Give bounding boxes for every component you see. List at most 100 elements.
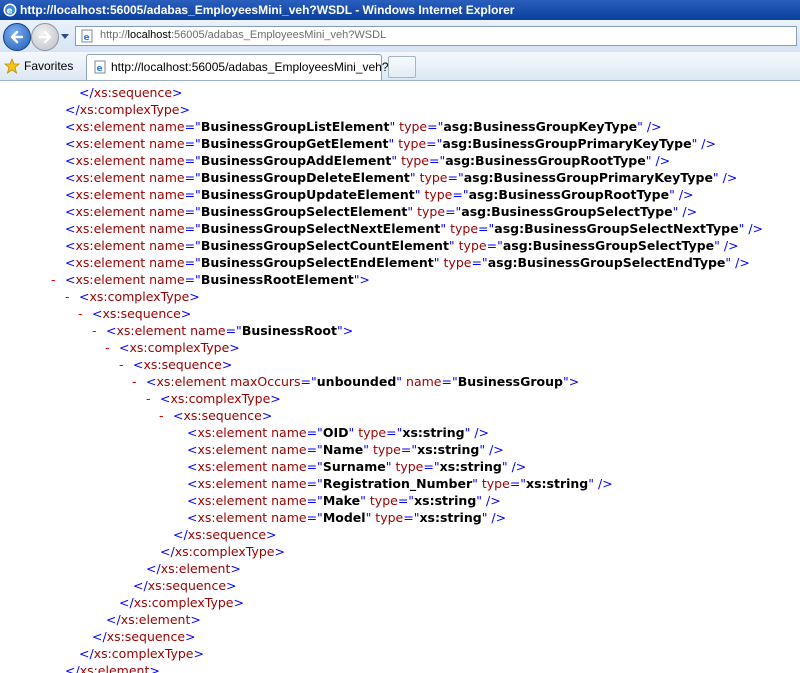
- collapse-toggle[interactable]: -: [146, 390, 151, 407]
- xml-line-text: </xs:sequence>: [133, 577, 237, 594]
- xml-token: =": [306, 425, 323, 440]
- xml-token: xs:element: [75, 255, 150, 270]
- svg-text:e: e: [7, 7, 13, 17]
- xml-token: =": [478, 221, 495, 236]
- xml-token: xs:sequence: [143, 357, 222, 372]
- xml-token: name: [149, 221, 185, 236]
- xml-token: <: [119, 340, 130, 355]
- xml-token: xs:string: [526, 476, 589, 491]
- xml-token: ": [407, 204, 418, 219]
- xml-token: <: [187, 476, 198, 491]
- tab-title: http://localhost:56005/adabas_EmployeesM…: [111, 60, 399, 74]
- xml-token: <: [65, 170, 76, 185]
- xml-token: ": [348, 425, 359, 440]
- xml-token: =": [445, 204, 462, 219]
- xml-token: =": [306, 510, 323, 525]
- xml-token: type: [450, 221, 479, 236]
- address-bar[interactable]: e http://localhost:56005/adabas_Employee…: [75, 26, 797, 46]
- xml-token: BusinessGroupSelectElement: [200, 204, 408, 219]
- xml-token: name: [271, 510, 307, 525]
- forward-button[interactable]: [31, 23, 59, 51]
- xml-token: =": [471, 255, 488, 270]
- xml-token: =": [184, 136, 201, 151]
- xml-token: >: [226, 578, 237, 593]
- xml-token: >: [261, 408, 273, 423]
- xml-token: <: [187, 459, 198, 474]
- xml-line-text: <xs:complexType>: [119, 339, 240, 356]
- xml-token: BusinessGroupSelectCountElement: [200, 238, 449, 253]
- xml-token: <: [65, 136, 76, 151]
- xml-line-text: <xs:element name="Name" type="xs:string"…: [187, 441, 504, 458]
- xml-token: <: [65, 187, 76, 202]
- xml-token: =": [225, 323, 242, 338]
- xml-token: " />: [481, 510, 507, 525]
- xml-token: <: [133, 357, 144, 372]
- xml-token: xs:element: [75, 136, 150, 151]
- xml-token: xs:complexType: [170, 391, 271, 406]
- xml-token: =": [184, 170, 201, 185]
- xml-token: name: [149, 153, 185, 168]
- xml-line-text: <xs:element name="BusinessGroupGetElemen…: [65, 135, 716, 152]
- xml-token: </: [133, 578, 148, 593]
- xml-token: <: [160, 391, 171, 406]
- xml-token: asg:BusinessGroupPrimaryKeyType: [442, 136, 692, 151]
- history-dropdown-icon[interactable]: [60, 31, 70, 41]
- collapse-toggle[interactable]: -: [92, 322, 97, 339]
- xml-token: name: [271, 442, 307, 457]
- xml-line-text: <xs:sequence>: [173, 407, 272, 424]
- xml-token: asg:BusinessGroupSelectType: [461, 204, 673, 219]
- xml-line-text: <xs:complexType>: [160, 390, 281, 407]
- collapse-toggle[interactable]: -: [78, 305, 83, 322]
- xml-document-view: </xs:sequence> </xs:complexType> <xs:eleme…: [0, 81, 800, 673]
- back-arrow-icon: [10, 30, 24, 44]
- xml-token: xs:string: [417, 442, 480, 457]
- xml-token: " />: [588, 476, 613, 491]
- xml-token: ">: [562, 374, 580, 389]
- xml-token: type: [424, 187, 453, 202]
- collapse-toggle[interactable]: -: [51, 271, 56, 288]
- xml-token: xs:element: [75, 272, 150, 287]
- xml-token: xs:string: [414, 493, 477, 508]
- xml-token: >: [172, 85, 183, 100]
- address-url[interactable]: http://localhost:56005/adabas_EmployeesM…: [100, 29, 386, 41]
- xml-token: type: [419, 170, 448, 185]
- xml-token: =": [184, 255, 201, 270]
- xml-token: <: [79, 289, 90, 304]
- xml-token: name: [149, 272, 185, 287]
- star-icon: [4, 58, 20, 74]
- xml-token: </: [65, 663, 80, 673]
- xml-token: ">: [337, 323, 354, 338]
- url-rest: :56005/adabas_EmployeesMini_veh?WSDL: [170, 29, 387, 41]
- xml-token: </: [119, 595, 134, 610]
- xml-token: xs:string: [402, 425, 465, 440]
- browser-tab[interactable]: e http://localhost:56005/adabas_Employee…: [86, 54, 399, 80]
- xml-token: name: [271, 476, 307, 491]
- xml-token: >: [274, 544, 285, 559]
- back-button[interactable]: [3, 23, 31, 51]
- xml-line-text: <xs:element name="Surname" type="xs:stri…: [187, 458, 526, 475]
- collapse-toggle[interactable]: -: [105, 339, 110, 356]
- collapse-toggle[interactable]: -: [65, 288, 70, 305]
- xml-line-text: </xs:complexType>: [119, 594, 244, 611]
- xml-token: </: [173, 527, 188, 542]
- xml-token: <: [173, 408, 184, 423]
- xml-token: BusinessGroupAddElement: [200, 153, 392, 168]
- collapse-toggle[interactable]: -: [159, 407, 164, 424]
- new-tab-button[interactable]: [388, 56, 416, 78]
- xml-token: xs:sequence: [187, 527, 267, 542]
- xml-line-text: </xs:element>: [146, 560, 241, 577]
- xml-token: asg:BusinessGroupSelectType: [502, 238, 715, 253]
- xml-token: <: [65, 204, 76, 219]
- collapse-toggle[interactable]: -: [119, 356, 124, 373]
- xml-token: >: [179, 102, 190, 117]
- collapse-toggle[interactable]: -: [132, 373, 137, 390]
- forward-arrow-icon: [38, 30, 52, 44]
- xml-token: name: [149, 119, 185, 134]
- xml-token: =": [184, 221, 201, 236]
- xml-line-text: <xs:element name="BusinessGroupSelectEle…: [65, 203, 697, 220]
- xml-token: xs:sequence: [102, 306, 181, 321]
- xml-token: ": [389, 119, 400, 134]
- xml-token: =": [306, 442, 323, 457]
- xml-line-text: <xs:sequence>: [133, 356, 232, 373]
- xml-token: Surname: [322, 459, 386, 474]
